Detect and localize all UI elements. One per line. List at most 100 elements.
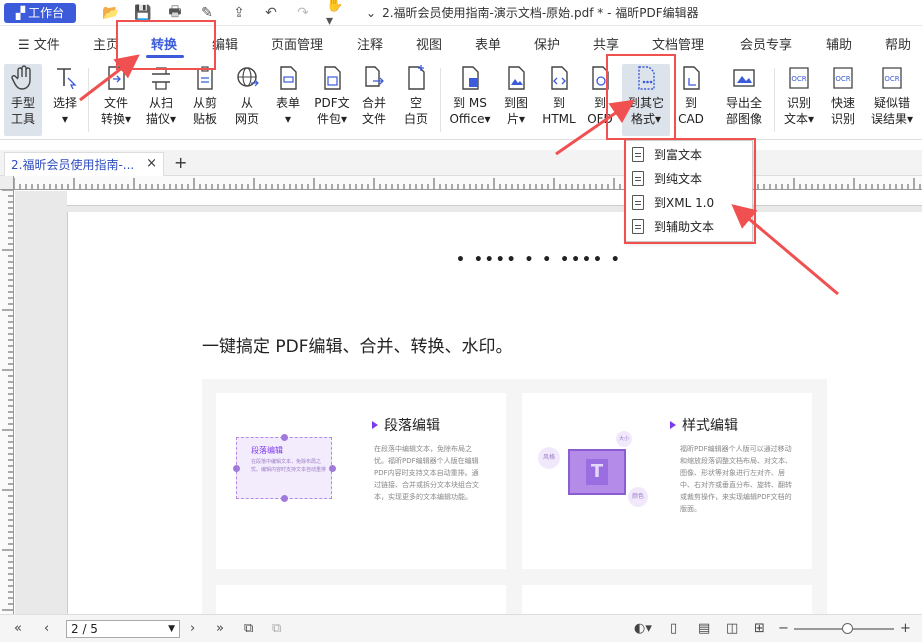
html-icon [546,64,572,92]
facing-page-icon[interactable]: ◫ [726,621,738,636]
from-web-button[interactable]: 从 网页 [230,64,264,127]
tab-form[interactable]: 表单 [475,34,501,53]
package-icon [319,64,345,92]
pdf-package-button[interactable]: PDF文 件包▾ [310,64,354,127]
continuous-page-icon[interactable]: ▤ [698,621,710,636]
export-all-images-button[interactable]: 导出全 部图像 [720,64,768,127]
to-cad-button[interactable]: 到 CAD [676,64,706,127]
feature-card [522,585,812,614]
first-page-icon[interactable]: « [14,621,22,636]
from-scanner-button[interactable]: 从扫 描仪▾ [140,64,182,127]
last-page-icon[interactable]: » [216,621,224,636]
decorative-dots: • •••• • • •••• • [456,252,622,268]
print-icon[interactable]: 🖶 [166,4,184,22]
save-icon[interactable]: 💾 [134,4,152,22]
recognize-text-button[interactable]: OCR 识别 文本▾ [780,64,818,127]
prev-page-icon[interactable]: ‹ [44,621,49,636]
single-page-icon[interactable]: ▯ [670,621,677,636]
pdf-page[interactable]: • •••• • • •••• • 一键搞定 PDF编辑、合并、转换、水印。 段… [67,212,922,614]
globe-icon [234,64,260,92]
card-title: 样式编辑 [670,415,738,435]
style-demo-box: T [568,449,626,495]
to-html-button[interactable]: 到 HTML [538,64,580,127]
tab-member[interactable]: 会员专享 [740,34,792,53]
merge-files-button[interactable]: 合并 文件 [356,64,392,127]
annotation-box-convert-tab [116,20,216,70]
ruler-corner [0,176,14,190]
blank-page-button[interactable]: 空 白页 [398,64,434,127]
status-bar: « ‹ 2 / 5 ▼ › » ⧉ ⧉ ◐▾ ▯ ▤ ◫ ⊞ − + [0,614,922,642]
feature-card [216,585,506,614]
page-headline: 一键搞定 PDF编辑、合并、转换、水印。 [202,337,513,357]
add-tab-icon[interactable]: + [174,153,187,172]
handle-icon [281,434,288,441]
tab-assist[interactable]: 辅助 [826,34,852,53]
feature-grid: 段落编辑 在段落中编辑文本，免除布局之忧。编辑内容时支持文本自动重排 段落编辑 … [202,379,827,614]
feature-card-paragraph: 段落编辑 在段落中编辑文本，免除布局之忧。编辑内容时支持文本自动重排 段落编辑 … [216,393,506,569]
edit-icon[interactable]: ✎ [198,4,216,22]
tab-doc-manage[interactable]: 文档管理 [652,34,704,53]
close-tab-icon[interactable]: × [146,156,157,171]
document-canvas[interactable]: • •••• • • •••• • 一键搞定 PDF编辑、合并、转换、水印。 段… [15,191,922,614]
horizontal-ruler [14,176,922,190]
document-title: ⌄ 2.福昕会员使用指南-演示文档-原始.pdf * - 福昕PDF编辑器 [366,5,699,21]
file-convert-button[interactable]: 文件 转换▾ [96,64,136,127]
form-button[interactable]: 表单 ▾ [270,64,306,127]
to-ms-office-button[interactable]: 到 MS Office▾ [448,64,492,127]
chevron-down-icon: ▼ [168,624,175,634]
tag-color: 颜色 [628,487,648,507]
document-tab-bar: 2.福昕会员使用指南-... × + [0,150,922,176]
hand-dropdown-icon[interactable]: ✋▾ [326,0,344,29]
triangle-icon [372,421,378,429]
undo-icon[interactable]: ↶ [262,4,280,22]
quick-recognize-button[interactable]: OCR 快速 识别 [824,64,862,127]
continuous-facing-icon[interactable]: ⊞ [754,621,765,636]
previous-view-icon[interactable]: ⧉ [244,621,253,636]
share-icon[interactable]: ⇪ [230,4,248,22]
redo-icon[interactable]: ↷ [294,4,312,22]
quick-ocr-icon: OCR [830,64,856,92]
blank-page-icon [403,64,429,92]
annotation-box-other-formats [606,54,676,140]
tab-annotate[interactable]: 注释 [357,34,383,53]
zoom-slider-handle[interactable] [842,623,853,634]
to-image-button[interactable]: 到图 片▾ [498,64,534,127]
open-folder-icon[interactable]: 📂 [102,4,120,22]
form-icon [275,64,301,92]
tag-size: 大小 [616,431,632,447]
annotation-box-dropdown [624,138,756,244]
hand-icon [10,64,36,92]
next-page-icon[interactable]: › [190,621,195,636]
ribbon-separator [440,68,441,132]
office-icon [457,64,483,92]
suspect-ocr-icon: OCR [879,64,905,92]
tab-protect[interactable]: 保护 [534,34,560,53]
hand-tool-button[interactable]: 手型 工具 [4,64,42,136]
zoom-in-icon[interactable]: + [900,621,911,636]
from-clipboard-button[interactable]: 从剪 贴板 [186,64,224,127]
document-tab[interactable]: 2.福昕会员使用指南-... × [4,152,164,176]
next-view-icon[interactable]: ⧉ [272,621,281,636]
tab-page-manage[interactable]: 页面管理 [271,34,323,53]
suspect-results-button[interactable]: OCR 疑似错 误结果▾ [866,64,918,127]
paragraph-demo-box: 段落编辑 在段落中编辑文本，免除布局之忧。编辑内容时支持文本自动重排 [233,434,336,502]
ribbon-separator [88,68,89,132]
page-number-input[interactable]: 2 / 5 ▼ [66,620,180,638]
svg-text:OCR: OCR [884,75,899,83]
workbench-button[interactable]: ▞ 工作台 [4,2,76,23]
select-tool-button[interactable]: 选择 ▾ [48,64,82,127]
text-cursor-icon [52,64,78,92]
tag-style: 风格 [538,447,560,469]
handle-icon [281,495,288,502]
chevron-down-icon: ⌄ [366,5,377,20]
menu-file[interactable]: ☰ 文件 [18,34,60,53]
reading-mode-icon[interactable]: ◐▾ [634,621,652,636]
zoom-out-icon[interactable]: − [778,621,789,636]
ocr-icon: OCR [786,64,812,92]
merge-icon [361,64,387,92]
card-body: 福昕PDF编辑器个人版可以通过移动和缩放段落调整文档布局、对文本、图像、形状等对… [680,445,792,513]
vertical-ruler [0,190,14,614]
tab-help[interactable]: 帮助 [885,34,911,53]
tab-share[interactable]: 共享 [593,34,619,53]
tab-view[interactable]: 视图 [416,34,442,53]
